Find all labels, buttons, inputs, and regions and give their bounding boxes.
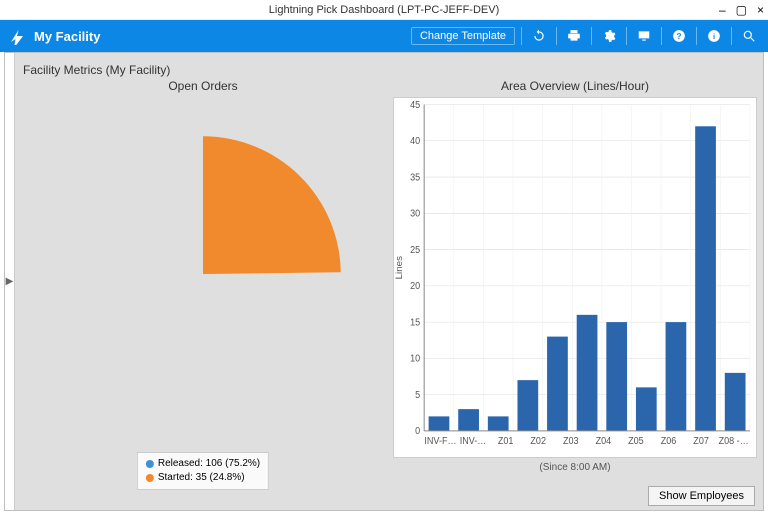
pie-title: Open Orders [21,79,385,97]
facility-name: My Facility [34,29,411,44]
refresh-icon[interactable] [528,25,550,47]
info-icon[interactable]: i [703,25,725,47]
window-title: Lightning Pick Dashboard (LPT-PC-JEFF-DE… [0,4,768,16]
print-icon[interactable] [563,25,585,47]
svg-text:5: 5 [415,389,420,400]
legend-released: Released: 106 (75.2%) [158,457,260,471]
content-panel: ▶ Facility Metrics (My Facility) Open Or… [4,52,764,511]
settings-icon[interactable] [598,25,620,47]
window-titlebar: Lightning Pick Dashboard (LPT-PC-JEFF-DE… [0,0,768,20]
app-header: My Facility Change Template ? i [0,20,768,52]
help-icon[interactable]: ? [668,25,690,47]
svg-text:i: i [713,32,715,41]
svg-text:10: 10 [410,352,420,363]
svg-text:Z07: Z07 [693,435,709,446]
svg-text:Z04: Z04 [596,435,612,446]
minimize-button[interactable]: – [719,4,726,16]
bar-title: Area Overview (Lines/Hour) [393,79,757,97]
pie-chart [58,129,348,419]
svg-text:Z01: Z01 [498,435,514,446]
svg-text:Z06: Z06 [661,435,677,446]
maximize-button[interactable]: ▢ [736,4,747,16]
svg-text:Z08 -…: Z08 -… [719,435,749,446]
bar-chart: 0 5 10 15 20 25 30 35 40 45 Lines INV-F… INV-… Z01 Z02… [394,98,756,457]
svg-text:Lines: Lines [394,256,404,280]
svg-text:15: 15 [410,316,420,327]
search-icon[interactable] [738,25,760,47]
change-template-button[interactable]: Change Template [411,27,515,45]
svg-text:45: 45 [410,98,420,109]
pie-legend: Released: 106 (75.2%) Started: 35 (24.8%… [137,452,269,490]
svg-text:Z02: Z02 [530,435,546,446]
bar-subtitle: (Since 8:00 AM) [393,462,757,473]
svg-text:INV-F…: INV-F… [424,435,456,446]
svg-text:40: 40 [410,135,420,146]
svg-text:INV-…: INV-… [460,435,487,446]
display-icon[interactable] [633,25,655,47]
legend-started: Started: 35 (24.8%) [158,471,245,485]
svg-text:35: 35 [410,171,420,182]
area-overview-chart: Area Overview (Lines/Hour) 0 5 10 15 20 25 30 3… [393,79,757,480]
close-button[interactable]: × [757,4,764,16]
show-employees-button[interactable]: Show Employees [648,486,755,506]
open-orders-chart: Open Orders Released: 106 (75.2%) Starte… [21,79,385,480]
svg-text:0: 0 [415,425,420,436]
svg-text:Z03: Z03 [563,435,579,446]
logo-icon [8,27,26,45]
sidebar-expand-handle[interactable]: ▶ [5,53,15,510]
svg-text:20: 20 [410,280,420,291]
svg-text:30: 30 [410,207,420,218]
svg-text:Z05: Z05 [628,435,644,446]
svg-text:25: 25 [410,243,420,254]
svg-text:?: ? [677,32,682,41]
